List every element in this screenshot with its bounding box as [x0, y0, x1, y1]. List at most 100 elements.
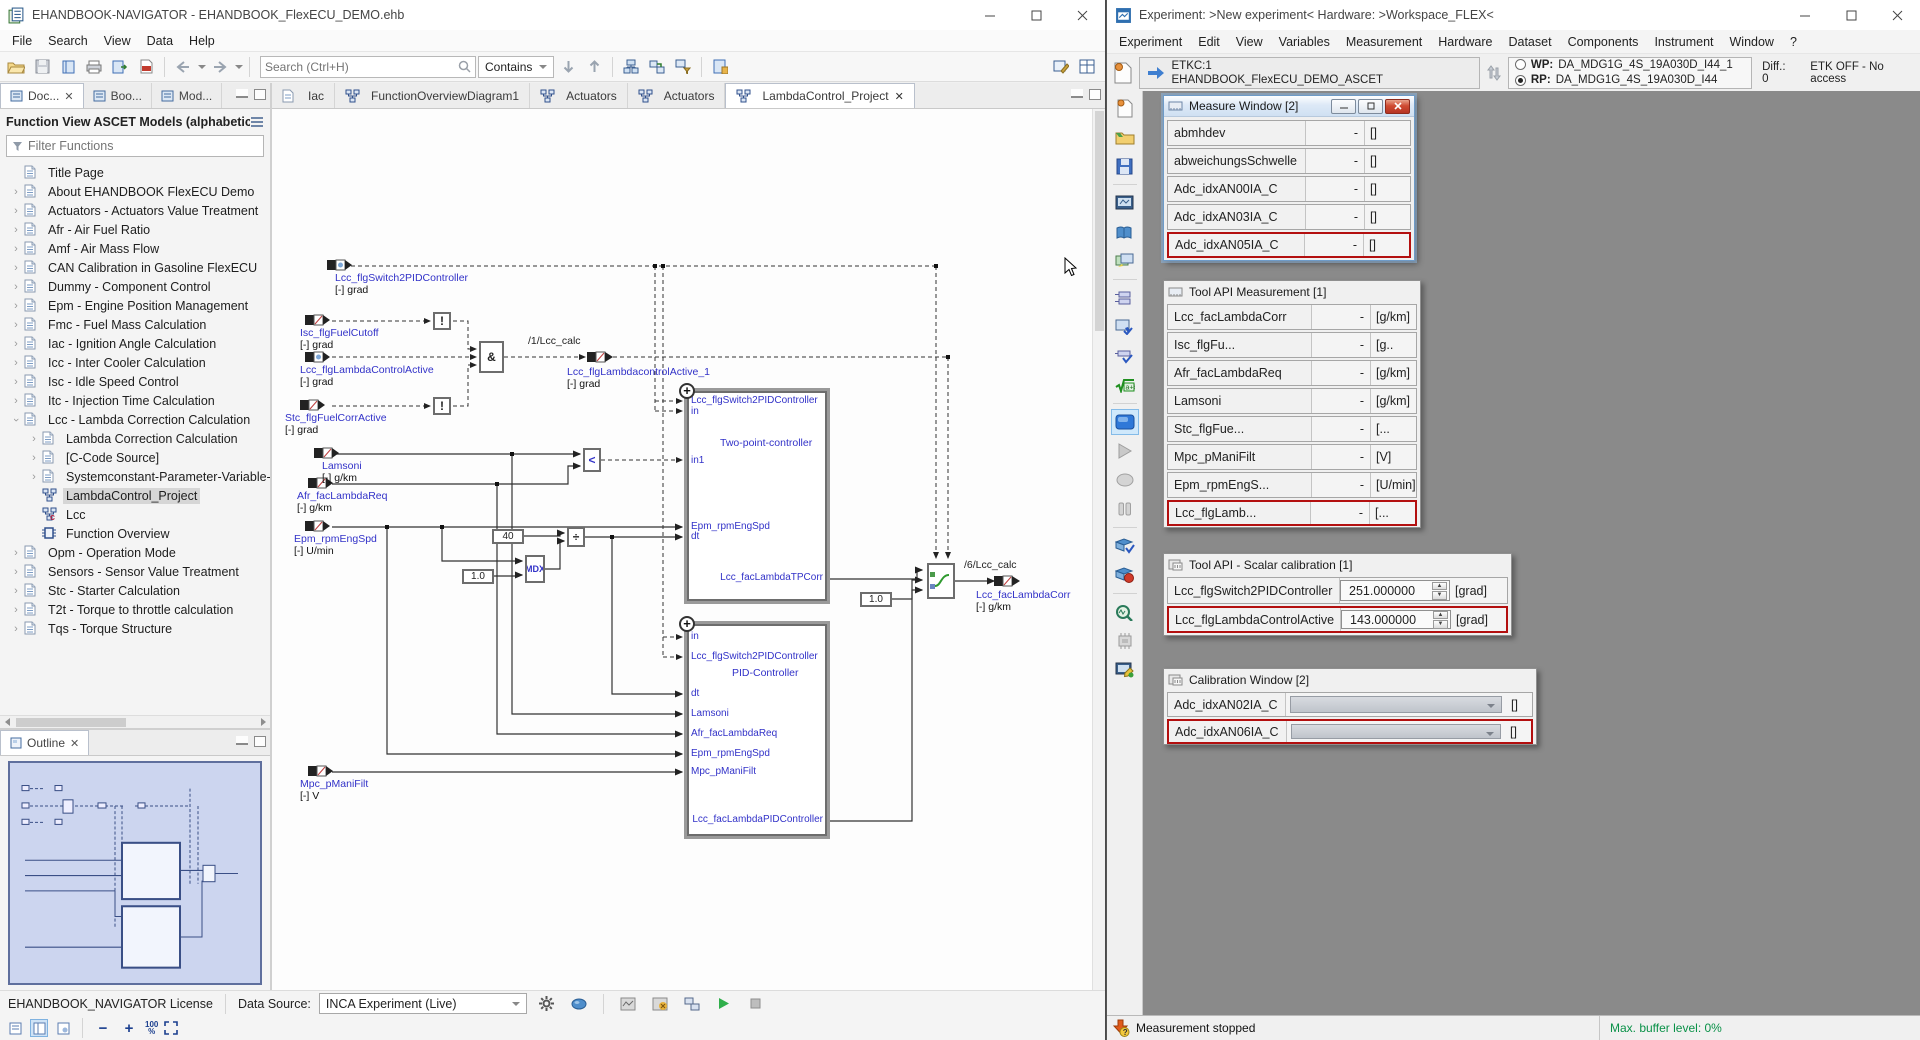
expand-arrow-icon[interactable]	[8, 623, 24, 635]
sidebar-tab[interactable]: Doc... ✕	[0, 83, 84, 108]
measure-remove-icon[interactable]	[648, 992, 672, 1016]
value-stepper[interactable]: ▲▼	[1433, 611, 1448, 629]
tree-horizontal-scrollbar[interactable]	[0, 715, 270, 728]
tree-item[interactable]: c Iac - Ignition Angle Calculation	[0, 334, 270, 353]
window-layout-icon[interactable]	[1075, 55, 1099, 79]
constant-block[interactable]: 1.0	[462, 569, 494, 584]
parameter-value-box[interactable]: 251.000000 ▲▼	[1340, 580, 1450, 601]
expand-arrow-icon[interactable]	[8, 395, 24, 407]
calibration-row[interactable]: Lcc_flgLambdaControlActive 143.000000 ▲▼…	[1167, 606, 1508, 633]
tree-item[interactable]: c Tqs - Torque Structure	[0, 619, 270, 638]
two-point-controller-block[interactable]	[687, 391, 827, 601]
fit-to-screen-icon[interactable]	[164, 1021, 178, 1035]
calibration-window[interactable]: Calibration Window [2] Adc_idxAN02IA_C […	[1163, 668, 1537, 745]
documentation-icon[interactable]	[1111, 219, 1139, 245]
value-dropdown[interactable]	[1291, 724, 1501, 739]
tree-item[interactable]: c LambdaControl_Project	[0, 486, 270, 505]
expand-arrow-icon[interactable]	[8, 357, 24, 369]
minimize-icon[interactable]	[967, 0, 1013, 30]
expand-arrow-icon[interactable]	[8, 547, 24, 559]
sort-updown-icon[interactable]	[1486, 62, 1502, 84]
tab-close-icon[interactable]: ✕	[895, 90, 904, 103]
display-configuration-icon[interactable]	[1111, 248, 1139, 274]
start-visualization-icon[interactable]	[712, 992, 736, 1016]
panel-maximize-icon[interactable]	[254, 736, 266, 747]
stop-visualization-icon[interactable]	[744, 992, 768, 1016]
restore-icon[interactable]	[1358, 99, 1383, 114]
vertical-scrollbar[interactable]	[1092, 109, 1105, 990]
dataset-error-icon[interactable]	[1111, 562, 1139, 588]
menu-item[interactable]: View	[1228, 32, 1271, 52]
nav-back-menu-icon[interactable]	[198, 65, 206, 69]
panel-maximize-icon[interactable]	[1089, 89, 1101, 100]
formula-icon[interactable]: a+b	[1111, 372, 1139, 398]
and-operator-block[interactable]: &	[479, 341, 504, 373]
diagram-canvas[interactable]: Lcc_flgSwitch2PIDController[-] grad Isc_…	[272, 109, 1105, 990]
expand-arrow-icon[interactable]	[8, 262, 24, 274]
calibration-row[interactable]: Lcc_flgSwitch2PIDController 251.000000 ▲…	[1167, 577, 1508, 604]
nav-forward-menu-icon[interactable]	[235, 65, 243, 69]
expand-arrow-icon[interactable]	[8, 224, 24, 236]
expand-arrow-icon[interactable]	[8, 205, 24, 217]
minimize-icon[interactable]	[1331, 99, 1356, 114]
calibration-window-titlebar[interactable]: Calibration Window [2]	[1164, 669, 1536, 690]
device-cell[interactable]: ETKC:1 EHANDBOOK_FlexECU_DEMO_ASCET	[1139, 57, 1481, 89]
tree-item[interactable]: c Itc - Injection Time Calculation	[0, 391, 270, 410]
measure-row[interactable]: Afr_facLambdaReq - [g/km]	[1167, 360, 1417, 386]
constant-block[interactable]: 40	[492, 529, 524, 544]
tree-item[interactable]: c [C-Code Source]	[0, 448, 270, 467]
tree-item[interactable]: c Function Overview	[0, 524, 270, 543]
save-icon[interactable]	[30, 55, 54, 79]
menu-item[interactable]: Variables	[1271, 32, 1338, 52]
value-dropdown[interactable]	[1290, 696, 1502, 713]
measure-display-icon[interactable]	[616, 992, 640, 1016]
expand-arrow-icon[interactable]	[8, 338, 24, 350]
scrollbar-thumb[interactable]	[1095, 111, 1104, 331]
tree-item[interactable]: c Systemconstant-Parameter-Variable-Clas	[0, 467, 270, 486]
editor-tab[interactable]: Actuators	[530, 83, 628, 108]
tree-item[interactable]: c Epm - Engine Position Management	[0, 296, 270, 315]
tree-item[interactable]: c Dummy - Component Control	[0, 277, 270, 296]
input-port-label[interactable]: Isc_flgFuelCutoff[-] grad	[300, 327, 379, 351]
model-filter-icon[interactable]	[671, 55, 695, 79]
constant-block[interactable]: 1.0	[860, 592, 892, 607]
scroll-left-icon[interactable]	[0, 716, 14, 728]
dataset-check-icon[interactable]	[1111, 533, 1139, 559]
add-variable-icon[interactable]	[1111, 285, 1139, 311]
tree-item[interactable]: c Isc - Idle Speed Control	[0, 372, 270, 391]
memory-pages-icon[interactable]	[1111, 628, 1139, 654]
measure-row[interactable]: Adc_idxAN00IA_C - []	[1167, 176, 1411, 202]
save-experiment-icon[interactable]	[1111, 153, 1139, 179]
export-book-icon[interactable]	[108, 55, 132, 79]
measure-row[interactable]: abmhdev - []	[1167, 120, 1411, 146]
print-icon[interactable]	[82, 55, 106, 79]
diagram-edit-icon[interactable]	[1049, 55, 1073, 79]
maximize-icon[interactable]	[1828, 0, 1874, 30]
measure-row[interactable]: Lamsoni - [g/km]	[1167, 388, 1417, 414]
measure-row[interactable]: Lcc_flgLamb... - [...	[1167, 500, 1417, 526]
menu-item[interactable]: File	[4, 31, 40, 51]
tree-item[interactable]: c Opm - Operation Mode	[0, 543, 270, 562]
editor-tab[interactable]: Actuators	[628, 83, 726, 108]
nav-forward-icon[interactable]	[208, 55, 232, 79]
start-measurement-icon[interactable]	[1111, 438, 1139, 464]
book-icon[interactable]	[56, 55, 80, 79]
tab-close-icon[interactable]: ✕	[64, 90, 73, 103]
expand-arrow-icon[interactable]	[26, 433, 42, 445]
minimize-icon[interactable]	[1782, 0, 1828, 30]
measure-row[interactable]: Adc_idxAN03IA_C - []	[1167, 204, 1411, 230]
export-pdf-icon[interactable]	[134, 55, 158, 79]
stop-measurement-icon[interactable]	[1111, 409, 1139, 435]
layout-split-icon[interactable]	[30, 1019, 48, 1037]
variable-selection-icon[interactable]	[1111, 343, 1139, 369]
zoom-in-icon[interactable]: +	[119, 1020, 139, 1037]
close-icon[interactable]	[1874, 0, 1920, 30]
wp-radio[interactable]	[1515, 59, 1526, 70]
menu-item[interactable]: Edit	[1190, 32, 1228, 52]
nav-back-icon[interactable]	[171, 55, 195, 79]
panel-minimize-icon[interactable]	[1071, 89, 1083, 98]
menu-item[interactable]: Search	[40, 31, 96, 51]
not-operator-block[interactable]: !	[433, 397, 451, 415]
pause-icon[interactable]	[1111, 496, 1139, 522]
measure-window[interactable]: Measure Window [2] abmhdev - []	[1163, 95, 1415, 261]
